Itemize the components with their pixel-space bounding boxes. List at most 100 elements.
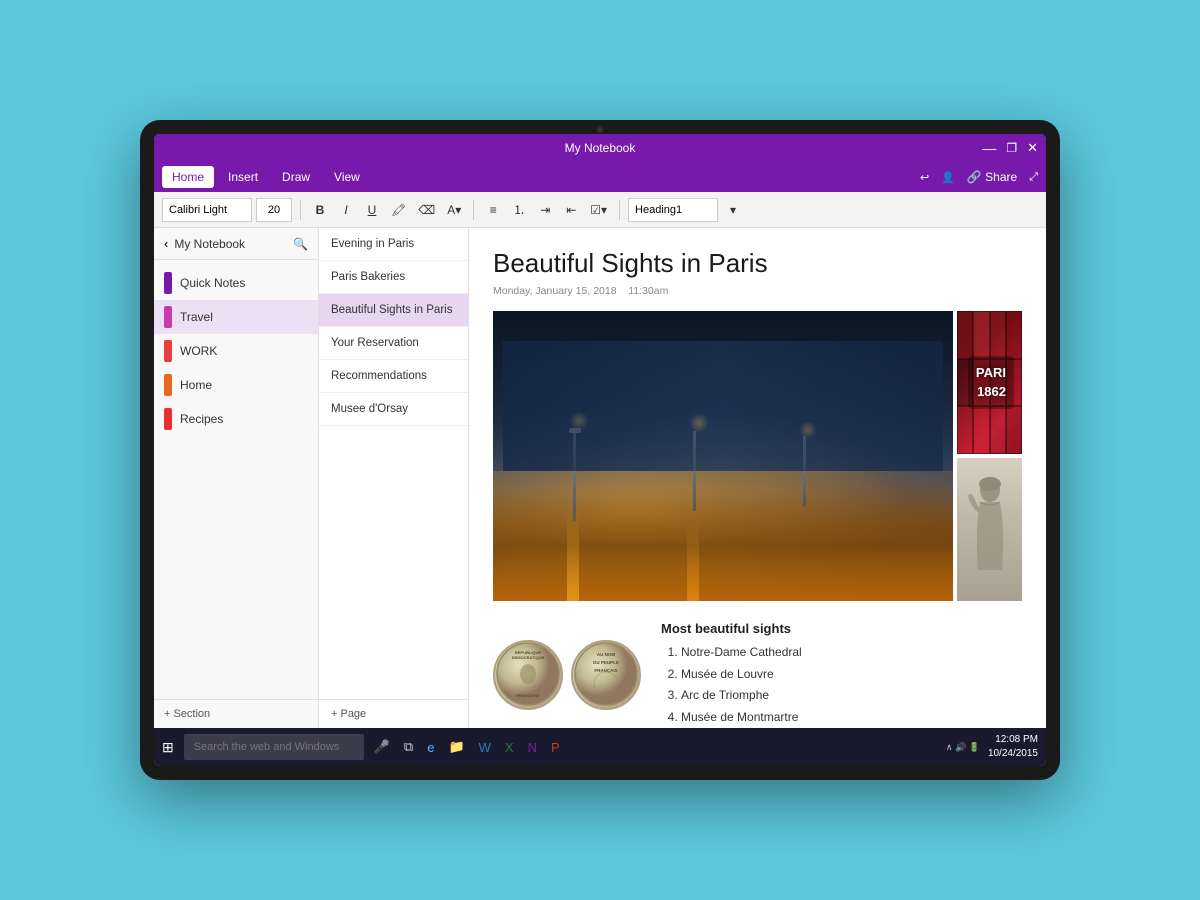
side-photos: PARI 1862 xyxy=(957,311,1022,601)
bold-button[interactable]: B xyxy=(309,198,331,222)
paris-street-photo xyxy=(493,311,953,601)
sidebar: ‹ My Notebook 🔍 Quick Notes Travel xyxy=(154,228,319,728)
recipes-color xyxy=(164,408,172,430)
menu-draw[interactable]: Draw xyxy=(272,166,320,188)
home-color xyxy=(164,374,172,396)
menu-home[interactable]: Home xyxy=(162,166,214,188)
sidebar-sections: Quick Notes Travel WORK Home xyxy=(154,260,318,442)
sidebar-header: ‹ My Notebook 🔍 xyxy=(154,228,318,260)
sidebar-item-recipes[interactable]: Recipes xyxy=(154,402,318,436)
note-time: 11:30am xyxy=(628,285,668,297)
main-area: ‹ My Notebook 🔍 Quick Notes Travel xyxy=(154,228,1046,728)
close-button[interactable]: ✕ xyxy=(1027,140,1038,156)
note-title: Beautiful Sights in Paris xyxy=(493,248,1022,279)
sight-3: Arc de Triomphe xyxy=(681,685,1022,707)
note-bottom: REPUBLIQUE DEMOCRATIQUE FRANÇAISE xyxy=(493,613,1022,728)
underline-button[interactable]: U xyxy=(361,198,383,222)
expand-button[interactable]: ⤢ xyxy=(1029,171,1038,184)
coin-2: AU NOM DU PEUPLE FRANÇAIS xyxy=(571,640,641,710)
taskbar-search-input[interactable] xyxy=(184,734,364,760)
onenote-icon[interactable]: N xyxy=(524,738,541,757)
sidebar-back-button[interactable]: ‹ xyxy=(164,236,168,251)
toolbar-separator-3 xyxy=(619,200,620,220)
font-size[interactable] xyxy=(256,198,292,222)
style-selector[interactable] xyxy=(628,198,718,222)
eraser-button[interactable]: ⌫ xyxy=(414,198,439,222)
add-section-button[interactable]: + Section xyxy=(154,699,318,728)
tablet-screen: My Notebook — ❐ ✕ Home Insert Draw View … xyxy=(154,134,1046,766)
tablet-device: My Notebook — ❐ ✕ Home Insert Draw View … xyxy=(140,120,1060,780)
undo-button[interactable]: ↩ xyxy=(920,171,929,184)
start-button[interactable]: ⊞ xyxy=(162,739,174,756)
paris-sign-text: PARI 1862 xyxy=(968,356,1014,408)
sights-heading: Most beautiful sights xyxy=(661,621,1022,636)
toolbar-separator-1 xyxy=(300,200,301,220)
excel-icon[interactable]: X xyxy=(501,738,518,757)
menu-right: ↩ 👤 🔗 Share ⤢ xyxy=(920,170,1038,184)
svg-text:AU NOM: AU NOM xyxy=(596,652,614,657)
add-page-button[interactable]: + Page xyxy=(319,699,468,728)
sidebar-label-home: Home xyxy=(180,378,212,392)
menu-view[interactable]: View xyxy=(324,166,370,188)
svg-text:FRANÇAISE: FRANÇAISE xyxy=(516,693,540,698)
share-button[interactable]: 🔗 Share xyxy=(967,170,1017,184)
sight-1: Notre-Dame Cathedral xyxy=(681,642,1022,664)
sidebar-label-quicknotes: Quick Notes xyxy=(180,276,245,290)
numbered-list-button[interactable]: ⒈ xyxy=(508,198,530,222)
account-button[interactable]: 👤 xyxy=(941,171,955,184)
bullet-list-button[interactable]: ≡ xyxy=(482,198,504,222)
italic-button[interactable]: I xyxy=(335,198,357,222)
sidebar-item-travel[interactable]: Travel xyxy=(154,300,318,334)
note-item-beautiful-sights[interactable]: Beautiful Sights in Paris xyxy=(319,294,468,327)
font-color-button[interactable]: A▾ xyxy=(443,198,465,222)
sight-4: Musée de Montmartre xyxy=(681,707,1022,728)
folder-icon[interactable]: 📁 xyxy=(444,737,468,757)
quicknotes-color xyxy=(164,272,172,294)
sidebar-label-travel: Travel xyxy=(180,310,213,324)
notes-panel: Evening in Paris Paris Bakeries Beautifu… xyxy=(319,228,469,728)
taskbar-date-display: 10/24/2015 xyxy=(988,747,1038,761)
edge-icon[interactable]: e xyxy=(423,738,438,757)
highlight-button[interactable]: 🖍 xyxy=(387,198,410,222)
outdent-button[interactable]: ⇤ xyxy=(560,198,582,222)
menu-insert[interactable]: Insert xyxy=(218,166,268,188)
sidebar-item-home[interactable]: Home xyxy=(154,368,318,402)
indent-button[interactable]: ⇥ xyxy=(534,198,556,222)
menu-bar: Home Insert Draw View ↩ 👤 🔗 Share ⤢ xyxy=(154,162,1046,192)
note-item-musee[interactable]: Musee d'Orsay xyxy=(319,393,468,426)
note-item-evening[interactable]: Evening in Paris xyxy=(319,228,468,261)
taskbar-time-display: 12:08 PM xyxy=(988,733,1038,747)
note-meta: Monday, January 15, 2018 11:30am xyxy=(493,285,1022,297)
word-icon[interactable]: W xyxy=(475,738,495,757)
font-selector[interactable] xyxy=(162,198,252,222)
content-area[interactable]: Beautiful Sights in Paris Monday, Januar… xyxy=(469,228,1046,728)
minimize-button[interactable]: — xyxy=(982,140,996,156)
sidebar-search-button[interactable]: 🔍 xyxy=(293,237,308,251)
taskbar-right: ∧ 🔊 🔋 12:08 PM 10/24/2015 xyxy=(946,733,1038,761)
note-item-bakeries[interactable]: Paris Bakeries xyxy=(319,261,468,294)
mic-icon[interactable]: 🎤 xyxy=(370,737,394,757)
checkbox-button[interactable]: ☑▾ xyxy=(586,198,611,222)
system-tray: ∧ 🔊 🔋 xyxy=(946,742,980,753)
work-color xyxy=(164,340,172,362)
svg-text:DEMOCRATIQUE: DEMOCRATIQUE xyxy=(511,655,544,660)
maximize-button[interactable]: ❐ xyxy=(1006,141,1017,155)
app-title: My Notebook xyxy=(565,141,636,155)
coin-1: REPUBLIQUE DEMOCRATIQUE FRANÇAISE xyxy=(493,640,563,710)
paris-sign-inner: PARI 1862 xyxy=(957,311,1022,454)
sights-ol: Notre-Dame Cathedral Musée de Louvre Arc… xyxy=(661,642,1022,728)
sidebar-item-work[interactable]: WORK xyxy=(154,334,318,368)
sidebar-label-work: WORK xyxy=(180,344,217,358)
task-view-icon[interactable]: ⧉ xyxy=(400,737,417,757)
toolbar: B I U 🖍 ⌫ A▾ ≡ ⒈ ⇥ ⇤ ☑▾ ▾ xyxy=(154,192,1046,228)
toolbar-separator-2 xyxy=(473,200,474,220)
svg-text:DU PEUPLE: DU PEUPLE xyxy=(593,660,619,665)
sidebar-item-quicknotes[interactable]: Quick Notes xyxy=(154,266,318,300)
style-dropdown-button[interactable]: ▾ xyxy=(722,198,744,222)
note-item-reservation[interactable]: Your Reservation xyxy=(319,327,468,360)
powerpoint-icon[interactable]: P xyxy=(547,738,564,757)
note-date: Monday, January 15, 2018 xyxy=(493,285,617,297)
coins-area: REPUBLIQUE DEMOCRATIQUE FRANÇAISE xyxy=(493,621,641,728)
note-item-recommendations[interactable]: Recommendations xyxy=(319,360,468,393)
note-images: PARI 1862 xyxy=(493,311,1022,601)
